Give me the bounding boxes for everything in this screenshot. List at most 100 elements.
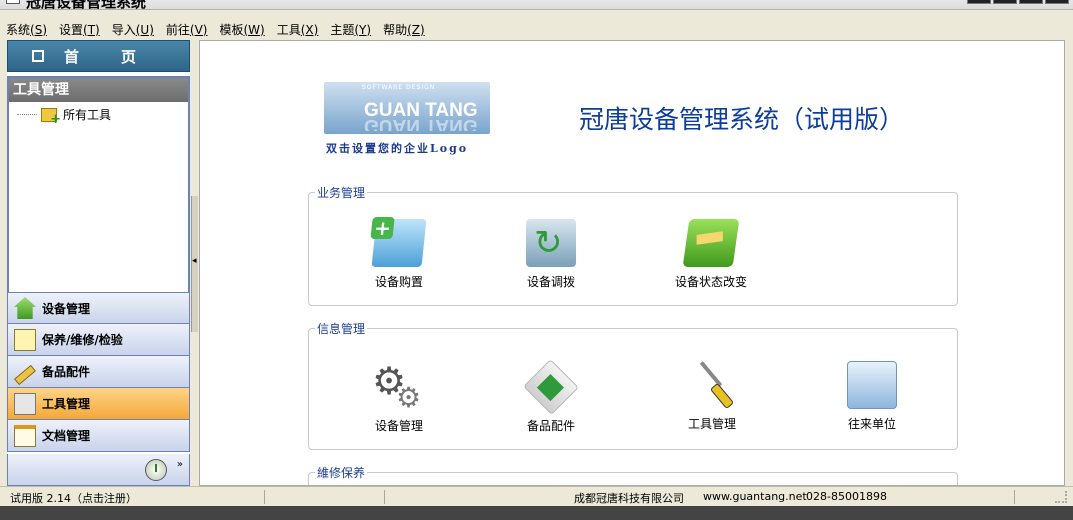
version-status[interactable]: 试用版 2.14（点击注册） — [10, 490, 137, 506]
folder-plus-icon — [371, 219, 427, 267]
nav-list: 设备管理 保养/维修/检验 备品配件 工具管理 文档管理 — [7, 292, 190, 452]
gears-icon — [372, 359, 424, 414]
minimize-button[interactable] — [967, 0, 991, 4]
more-chevron-icon[interactable]: » — [177, 459, 183, 470]
nav-item-label: 工具管理 — [42, 397, 91, 411]
tree-connector — [17, 114, 37, 115]
group-title: 业务管理 — [315, 184, 368, 201]
nav-item-documents[interactable]: 文档管理 — [7, 420, 190, 452]
resize-grip[interactable] — [1055, 491, 1067, 503]
app-window: 冠唐设备管理系统 系统(S) 设置(T) 导入(U) 前往(V) 模板(W) 工… — [0, 0, 1073, 520]
menu-system[interactable]: 系统(S) — [6, 21, 47, 38]
nav-item-label: 备品配件 — [42, 365, 91, 379]
tile-tool-management[interactable]: 工具管理 — [652, 361, 772, 432]
tree-header: 工具管理 — [9, 78, 188, 102]
close-button[interactable] — [1045, 0, 1069, 4]
company-phone: 028-85001898 — [806, 490, 887, 503]
collapse-arrow-icon: ◂ — [192, 256, 197, 266]
menu-bar: 系统(S) 设置(T) 导入(U) 前往(V) 模板(W) 工具(X) 主题(Y… — [0, 19, 1073, 39]
sidebar-collapse-handle[interactable]: ◂ — [191, 196, 198, 332]
menu-system-label: 系统 — [6, 22, 31, 37]
restore-button[interactable] — [993, 0, 1017, 4]
tree-panel: 工具管理 所有工具 — [7, 76, 190, 326]
menu-goto[interactable]: 前往(V) — [166, 21, 208, 38]
blue-folder-icon — [847, 361, 897, 409]
nav-item-label: 保养/维修/检验 — [42, 333, 123, 347]
screwdriver-icon — [687, 361, 737, 409]
menu-settings-label: 设置 — [59, 22, 84, 37]
tile-label: 设备管理 — [374, 419, 423, 433]
title-bar: 冠唐设备管理系统 — [0, 0, 1073, 11]
status-bar: 试用版 2.14（点击注册） 成都冠唐科技有限公司 www.guantang.n… — [0, 486, 1073, 506]
green-folder-icon — [682, 219, 740, 267]
company-name: 成都冠唐科技有限公司 — [574, 492, 684, 505]
group-information: 信息管理 设备管理 备品配件 工具管理 往来单位 — [308, 320, 958, 450]
menu-help[interactable]: 帮助(Z) — [383, 21, 425, 38]
menu-help-label: 帮助 — [383, 22, 408, 37]
nav-item-label: 文档管理 — [42, 429, 91, 443]
house-icon — [14, 297, 36, 319]
group-maintenance: 維修保养 — [308, 464, 958, 485]
main-content: SOFTWARE DESIGN GUAN TANG GUAN TANG 双击设置… — [199, 40, 1065, 486]
menu-theme-accel: (Y) — [354, 22, 372, 37]
menu-theme[interactable]: 主题(Y) — [330, 21, 371, 38]
tile-equipment-transfer[interactable]: 设备调拨 — [491, 219, 611, 290]
company-website: www.guantang.net — [703, 490, 807, 503]
notepad-icon — [14, 328, 36, 351]
window-title: 冠唐设备管理系统 — [26, 0, 147, 11]
tree-item-all-tools[interactable]: 所有工具 — [17, 106, 111, 127]
tile-label: 工具管理 — [687, 417, 736, 431]
menu-settings-accel: (T) — [83, 22, 100, 37]
menu-system-accel: (S) — [30, 22, 47, 37]
logo-caption: 双击设置您的企业Logo — [326, 142, 469, 155]
menu-tools-label: 工具 — [276, 22, 301, 37]
menu-tools-accel: (X) — [300, 22, 319, 37]
clock-icon[interactable] — [145, 459, 167, 481]
menu-template[interactable]: 模板(W) — [219, 21, 264, 38]
tile-label: 备品配件 — [526, 419, 575, 433]
tile-equipment-management[interactable]: 设备管理 — [339, 359, 459, 434]
nav-item-equipment[interactable]: 设备管理 — [7, 292, 190, 324]
clipboard-icon — [14, 424, 36, 447]
menu-goto-accel: (V) — [189, 22, 208, 37]
system-title: 冠唐设备管理系统（试用版） — [579, 105, 905, 134]
tile-label: 设备调拨 — [526, 275, 575, 289]
menu-import-label: 导入 — [111, 22, 136, 37]
nav-item-tools[interactable]: 工具管理 — [7, 388, 190, 420]
menu-template-accel: (W) — [243, 22, 265, 37]
logo-subtitle: SOFTWARE DESIGN — [362, 84, 436, 91]
home-button[interactable]: 首页 — [7, 40, 190, 72]
status-separator — [384, 490, 385, 504]
tile-contacts[interactable]: 往来单位 — [812, 361, 932, 432]
menu-settings[interactable]: 设置(T) — [59, 21, 100, 38]
group-title: 維修保养 — [315, 464, 368, 481]
tool-folder-add-icon — [41, 107, 61, 127]
menu-import[interactable]: 导入(U) — [112, 21, 154, 38]
nav-footer: » — [7, 454, 190, 486]
nav-item-label: 设备管理 — [42, 301, 91, 316]
group-title: 信息管理 — [315, 320, 368, 337]
cube-icon — [523, 359, 579, 415]
status-separator — [1014, 490, 1015, 504]
tile-label: 设备购置 — [374, 275, 423, 289]
logo-reflection: GUAN TANG — [364, 119, 478, 131]
nav-item-maintenance[interactable]: 保养/维修/检验 — [7, 324, 190, 356]
left-panel: 首页 工具管理 所有工具 设备管理 保养/维修/检验 备品配件 — [7, 40, 190, 486]
menu-tools[interactable]: 工具(X) — [277, 21, 319, 38]
company-logo[interactable]: SOFTWARE DESIGN GUAN TANG GUAN TANG 双击设置… — [324, 82, 490, 156]
home-label: 首页 — [64, 47, 179, 66]
menu-help-accel: (Z) — [407, 22, 425, 37]
maximize-button[interactable] — [1019, 0, 1043, 4]
window-bottom-edge — [0, 506, 1073, 520]
menu-template-label: 模板 — [219, 22, 244, 37]
tools-icon — [14, 392, 36, 415]
transfer-icon — [526, 219, 576, 267]
tile-equipment-status-change[interactable]: 设备状态改变 — [651, 219, 771, 290]
tile-spare-parts[interactable]: 备品配件 — [491, 359, 611, 434]
menu-goto-label: 前往 — [165, 22, 190, 37]
nav-item-spare-parts[interactable]: 备品配件 — [7, 356, 190, 388]
tile-equipment-purchase[interactable]: 设备购置 — [339, 219, 459, 290]
app-icon — [6, 0, 20, 4]
tile-label: 往来单位 — [847, 417, 896, 431]
menu-theme-label: 主题 — [330, 22, 355, 37]
